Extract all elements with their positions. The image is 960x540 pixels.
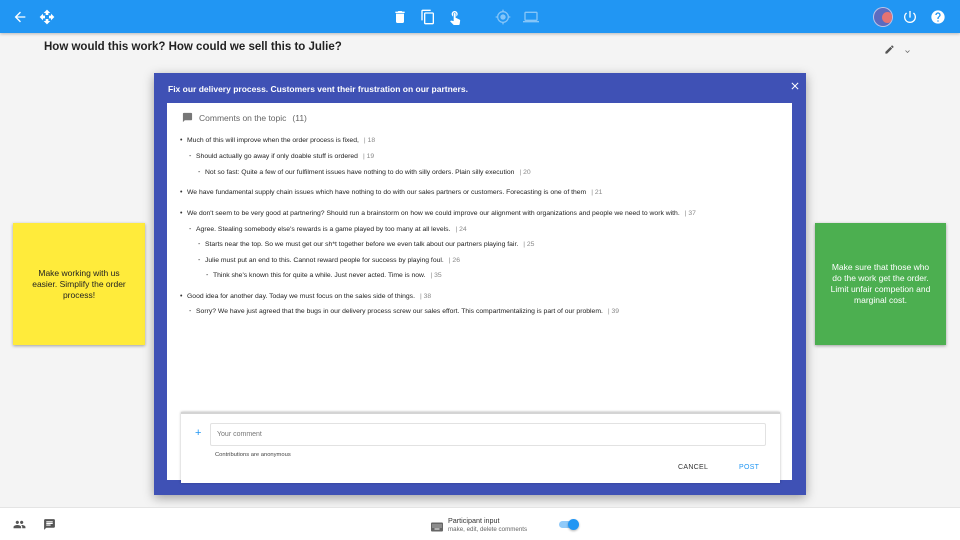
sticky-note-green[interactable]: Make sure that those who do the work get… — [815, 223, 946, 345]
comment-form: + Contributions are anonymous CANCEL POS… — [181, 412, 780, 483]
close-icon[interactable] — [789, 79, 801, 91]
plus-icon[interactable]: + — [195, 428, 205, 439]
comment-number: | 19 — [362, 153, 375, 160]
people-icon[interactable] — [13, 518, 26, 531]
participant-input-subtitle: make, edit, delete comments — [448, 526, 528, 533]
chat-icon[interactable] — [43, 518, 56, 531]
comments-count: (11) — [292, 112, 307, 123]
anonymous-note: Contributions are anonymous — [215, 452, 291, 458]
edit-icon[interactable] — [884, 42, 895, 54]
comment-item[interactable]: - Julie must put an end to this. Cannot r… — [198, 257, 460, 264]
comment-number: | 25 — [523, 241, 535, 248]
comment-number: | 37 — [684, 210, 696, 217]
comment-item[interactable]: - Should actually go away if only doable … — [189, 153, 374, 160]
comment-text: Starts near the top. So we must get our … — [205, 241, 519, 248]
power-icon[interactable] — [900, 7, 920, 27]
comment-text: Sorry? We have just agreed that the bugs… — [196, 308, 603, 315]
participant-input-title: Participant input — [448, 516, 500, 525]
cancel-button[interactable]: CANCEL — [678, 464, 708, 471]
touch-icon[interactable] — [445, 7, 465, 27]
copy-icon[interactable] — [418, 7, 438, 27]
comment-number: | 39 — [607, 308, 620, 315]
comment-number: | 21 — [591, 189, 603, 196]
page-title: How would this work? How could we sell t… — [44, 41, 342, 53]
comment-text: Julie must put an end to this. Cannot re… — [205, 257, 444, 264]
comment-number: | 35 — [430, 272, 442, 279]
comments-dialog: Fix our delivery process. Customers vent… — [154, 73, 806, 495]
comment-input[interactable] — [210, 423, 766, 446]
chevron-down-icon[interactable] — [903, 43, 912, 53]
comment-item[interactable]: • Much of this will improve when the orde… — [180, 137, 375, 144]
help-icon[interactable] — [928, 7, 948, 27]
comments-header: Comments on the topic (11) — [182, 112, 307, 123]
comment-text: Should actually go away if only doable s… — [196, 153, 358, 160]
comment-text: We have fundamental supply chain issues … — [187, 189, 587, 196]
comment-item[interactable]: - Sorry? We have just agreed that the bug… — [189, 308, 619, 315]
comment-number: | 38 — [419, 293, 432, 300]
comment-text: Not so fast: Quite a few of our fulfilme… — [205, 169, 515, 176]
screen-icon[interactable] — [521, 7, 541, 27]
comment-text: Good idea for another day. Today we must… — [187, 293, 415, 300]
comment-item[interactable]: - Starts near the top. So we must get our… — [198, 241, 534, 248]
comment-item[interactable]: - Think she's known this for quite a whil… — [206, 272, 442, 279]
comment-text: Think she's known this for quite a while… — [213, 272, 426, 279]
arrow-back-icon[interactable] — [10, 7, 30, 27]
delete-icon[interactable] — [390, 7, 410, 27]
dialog-content: Comments on the topic (11) • Much of this… — [167, 103, 792, 483]
dialog-title: Fix our delivery process. Customers vent… — [168, 84, 468, 94]
post-button[interactable]: POST — [739, 464, 759, 471]
toggle-knob — [568, 519, 579, 530]
comment-item[interactable]: - Agree. Stealing somebody else's rewards… — [189, 226, 467, 233]
top-toolbar — [0, 0, 960, 33]
comment-number: | 20 — [519, 169, 531, 176]
comments-label: Comments on the topic — [199, 112, 287, 123]
comment-text: Much of this will improve when the order… — [187, 137, 359, 144]
comment-item[interactable]: • Good idea for another day. Today we mus… — [180, 293, 431, 300]
comment-item[interactable]: • We have fundamental supply chain issues… — [180, 189, 602, 196]
comment-item[interactable]: - Not so fast: Quite a few of our fulfilm… — [198, 169, 531, 176]
comment-item[interactable]: • We don't seem to be very good at partne… — [180, 210, 696, 217]
participant-input-toggle[interactable] — [559, 519, 579, 530]
comment-text: We don't seem to be very good at partner… — [187, 210, 680, 217]
sticky-note-yellow[interactable]: Make working with us easier. Simplify th… — [13, 223, 145, 345]
avatar[interactable] — [873, 7, 893, 27]
move-icon[interactable] — [37, 7, 57, 27]
comment-number: | 24 — [455, 226, 467, 233]
comment-text: Agree. Stealing somebody else's rewards … — [196, 226, 451, 233]
comment-icon — [182, 112, 193, 123]
comment-number: | 26 — [448, 257, 460, 264]
target-icon[interactable] — [493, 7, 513, 27]
keyboard-icon — [431, 519, 443, 532]
comment-number: | 18 — [363, 137, 376, 144]
bottom-bar: Participant input make, edit, delete com… — [0, 507, 960, 540]
